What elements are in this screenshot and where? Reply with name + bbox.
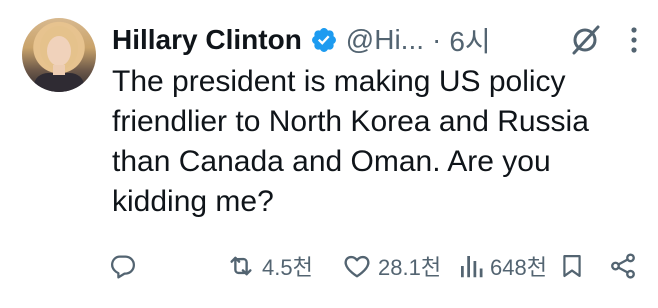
tweet-text: The president is making US policy friend… bbox=[112, 65, 589, 218]
avatar[interactable] bbox=[22, 18, 96, 92]
retweet-count: 4.5천 bbox=[262, 255, 313, 280]
reply-icon bbox=[111, 255, 135, 279]
timestamp[interactable]: 6시 bbox=[449, 20, 490, 60]
view-count: 648천 bbox=[490, 255, 547, 280]
verified-badge-icon bbox=[311, 28, 336, 52]
views-button[interactable]: 648천 bbox=[458, 246, 547, 286]
bookmark-button[interactable] bbox=[558, 246, 586, 286]
views-bar-chart-icon bbox=[461, 256, 483, 278]
like-count: 28.1천 bbox=[378, 255, 442, 280]
share-button[interactable] bbox=[608, 246, 638, 286]
retweet-icon bbox=[230, 256, 252, 276]
more-icon[interactable] bbox=[630, 26, 638, 54]
like-button[interactable]: 28.1천 bbox=[342, 246, 441, 286]
separator-dot: · bbox=[432, 24, 442, 55]
share-icon bbox=[611, 253, 635, 279]
author-name[interactable]: Hillary Clinton bbox=[112, 24, 302, 56]
action-bar: 4.5천 28.1천 648천 bbox=[108, 246, 644, 286]
bookmark-icon bbox=[563, 254, 581, 278]
reply-button[interactable] bbox=[108, 246, 138, 286]
heart-icon bbox=[344, 255, 370, 278]
avatar-portrait bbox=[34, 26, 84, 92]
retweet-button[interactable]: 4.5천 bbox=[226, 246, 313, 286]
tweet-header: Hillary Clinton @Hi... · 6시 bbox=[112, 20, 638, 60]
author-handle[interactable]: @Hi... bbox=[346, 24, 424, 56]
grok-icon[interactable] bbox=[568, 23, 602, 57]
